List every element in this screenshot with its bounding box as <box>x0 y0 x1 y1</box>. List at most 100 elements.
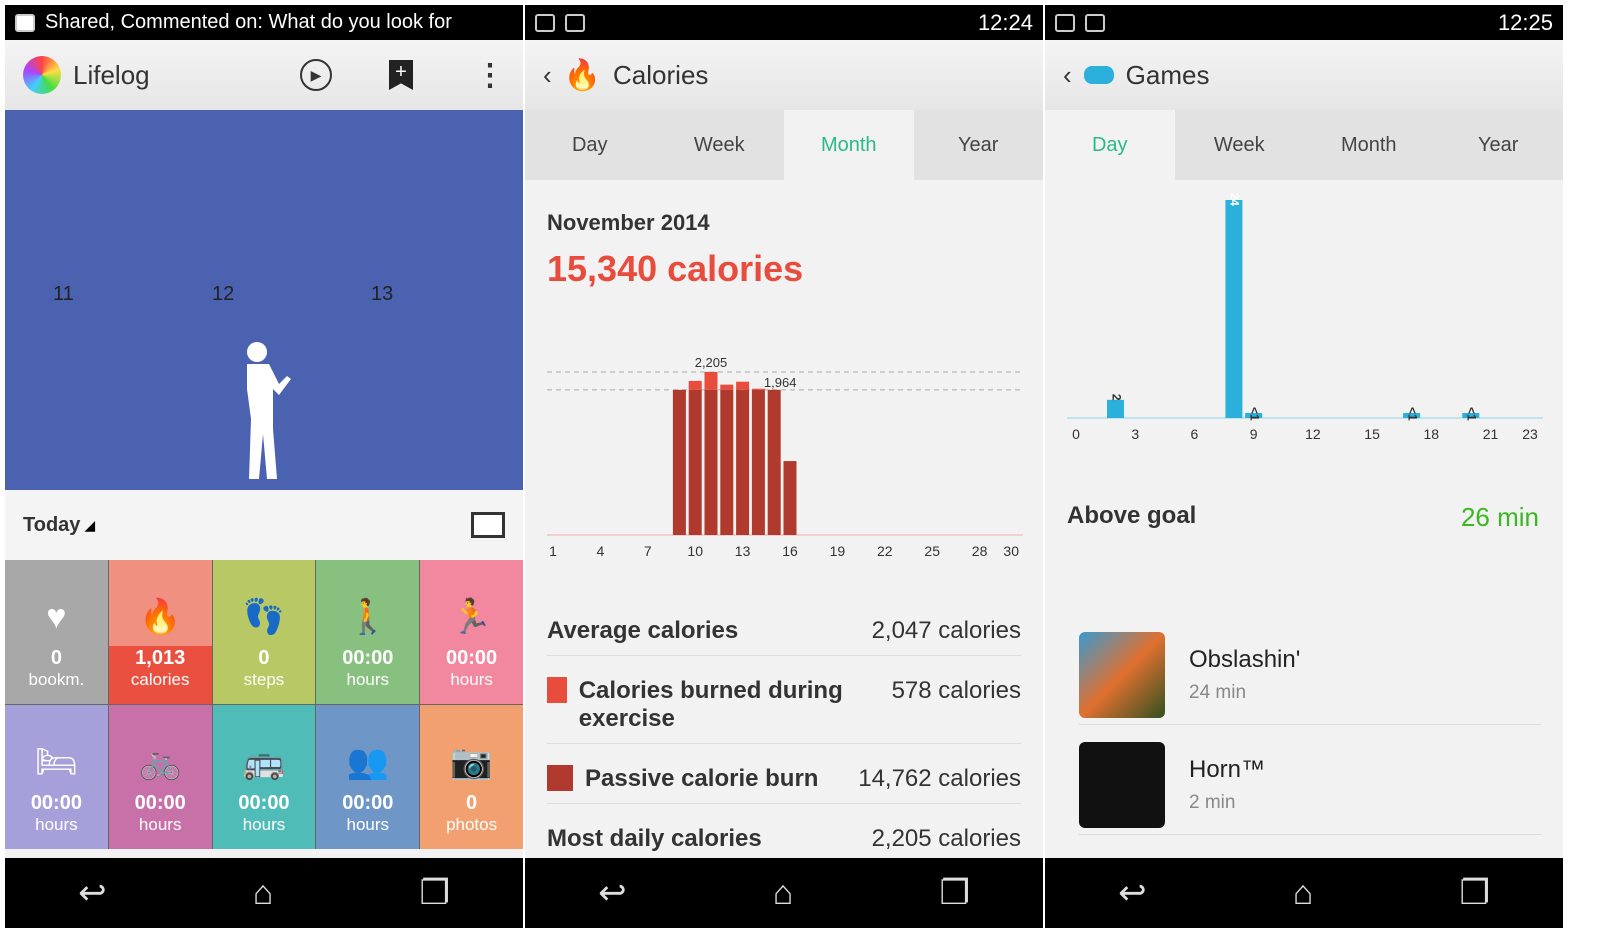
x-tick-label: 23 <box>1522 426 1538 442</box>
tab-month[interactable]: Month <box>1304 110 1434 180</box>
stat-label: Average calories <box>547 617 739 644</box>
tab-week[interactable]: Week <box>655 110 785 180</box>
x-tick-label: 18 <box>1424 426 1440 442</box>
tile-value: 0 <box>50 647 62 669</box>
home-icon[interactable]: ⌂ <box>773 874 794 913</box>
tile-bed[interactable]: 🛏 00:00 hours <box>5 705 108 849</box>
tab-week[interactable]: Week <box>1175 110 1305 180</box>
x-tick-label: 13 <box>735 543 751 559</box>
tile-people[interactable]: 👥 00:00 hours <box>316 705 420 849</box>
recents-icon[interactable]: ❐ <box>1459 873 1489 913</box>
add-bookmark-icon[interactable]: + <box>389 60 413 90</box>
tab-year[interactable]: Year <box>914 110 1044 180</box>
timeline-view[interactable]: 11 12 13 <box>5 110 523 490</box>
x-tick-label: 30 <box>1003 543 1019 559</box>
bicycle-icon: 🚲 <box>139 743 182 781</box>
tile-unit: calories <box>130 670 190 689</box>
x-tick-label: 6 <box>1191 426 1199 442</box>
bar-day-12 <box>720 384 734 390</box>
tile-footsteps[interactable]: 👣 0 steps <box>212 560 316 704</box>
play-icon[interactable]: ▶ <box>300 59 332 91</box>
stat-row: Calories burned during exercise 578 calor… <box>547 677 1021 744</box>
tile-unit: hours <box>346 815 390 834</box>
tile-value: 00:00 <box>30 792 82 814</box>
image-icon <box>565 13 585 32</box>
legend-swatch <box>547 765 573 791</box>
app-name: Horn™ <box>1189 755 1266 783</box>
tile-walking[interactable]: 🚶 00:00 hours <box>316 560 420 704</box>
bar-day-11 <box>704 389 718 535</box>
back-icon[interactable]: ↩ <box>598 873 627 913</box>
stat-label: Calories burned during exercise <box>578 677 843 732</box>
tile-running[interactable]: 🏃 00:00 hours <box>420 560 523 704</box>
bookmark-heart-icon: ♥ <box>46 598 67 636</box>
tile-flame[interactable]: 🔥 1,013 calories <box>108 560 212 704</box>
status-bar: 12:25 <box>1045 5 1563 40</box>
app-time: 2 min <box>1189 791 1236 813</box>
back-icon[interactable]: ↩ <box>1118 873 1147 913</box>
home-icon[interactable]: ⌂ <box>253 874 274 913</box>
tile-bookmark-heart[interactable]: ♥ 0 bookm. <box>5 560 108 704</box>
bus-icon: 🚌 <box>242 743 286 781</box>
app-title: Lifelog <box>73 59 150 90</box>
tile-value: 00:00 <box>342 792 394 814</box>
summary-value: 26 min <box>1460 502 1539 532</box>
data-label: 1,964 <box>764 375 797 390</box>
back-chevron-icon[interactable]: ‹ <box>1063 60 1072 91</box>
back-chevron-icon[interactable]: ‹ <box>543 60 552 91</box>
timeline-label: 12 <box>212 283 235 305</box>
footsteps-icon: 👣 <box>242 598 286 636</box>
data-label: 2 <box>1109 394 1123 401</box>
x-tick-label: 10 <box>687 543 703 559</box>
notification-text: Shared, Commented on: What do you look f… <box>45 11 452 33</box>
tile-camera[interactable]: 📷 0 photos <box>420 705 523 849</box>
legend-swatch <box>547 677 567 703</box>
bar-day-9 <box>672 389 686 535</box>
stat-value: 2,047 calories <box>871 617 1021 644</box>
period-bar: Today ◢ <box>5 490 523 560</box>
back-icon[interactable]: ↩ <box>78 873 107 913</box>
data-label: <1 <box>1465 407 1479 421</box>
tile-value: 00:00 <box>134 792 186 814</box>
recents-icon[interactable]: ❐ <box>419 873 449 913</box>
tab-month[interactable]: Month <box>784 110 914 180</box>
tile-value: 00:00 <box>446 647 498 669</box>
screen-title: Calories <box>613 59 709 90</box>
games-chart: 2 24 <1 <1 <1 0 3 6 9 12 15 18 21 23 <box>1067 193 1543 442</box>
data-label: <1 <box>1405 407 1419 421</box>
period-tabs: Day Week Month Year <box>1045 110 1563 180</box>
home-icon[interactable]: ⌂ <box>1293 874 1314 913</box>
app-list-item[interactable]: Obslashin' 24 min <box>1079 625 1541 725</box>
clock: 12:25 <box>1497 9 1553 35</box>
x-tick-label: 7 <box>644 543 652 559</box>
navigation-bar: ↩ ⌂ ❐ <box>5 858 523 928</box>
bar-day-15 <box>767 389 781 535</box>
app-list-item[interactable]: Horn™ 2 min <box>1079 735 1541 835</box>
tile-unit: hours <box>346 670 390 689</box>
tile-bus[interactable]: 🚌 00:00 hours <box>212 705 316 849</box>
period-selector[interactable]: Today <box>23 514 80 537</box>
calories-chart: 2,205 1,964 1 4 7 10 13 16 19 22 25 28 30 <box>547 355 1023 559</box>
stat-value: 578 calories <box>891 677 1021 704</box>
tab-day[interactable]: Day <box>525 110 655 180</box>
running-icon: 🏃 <box>450 598 493 636</box>
image-icon <box>1055 13 1075 32</box>
x-tick-label: 1 <box>549 543 557 559</box>
clock: 12:24 <box>977 9 1033 35</box>
tile-bicycle[interactable]: 🚲 00:00 hours <box>108 705 212 849</box>
games-screen: 12:25 ‹ Games Day Week Month Year 2 24 <1 <1 <1… <box>1045 5 1563 928</box>
status-bar: Shared, Commented on: What do you look f… <box>5 5 523 40</box>
overflow-menu-icon[interactable]: ⋮ <box>475 58 505 93</box>
tab-day[interactable]: Day <box>1045 110 1175 180</box>
bed-icon: 🛏 <box>34 743 78 781</box>
x-tick-label: 22 <box>877 543 893 559</box>
app-icon <box>1079 631 1165 718</box>
app-name: Obslashin' <box>1189 645 1301 673</box>
tile-value: 1,013 <box>135 647 186 669</box>
flame-icon: 🔥 <box>563 58 602 92</box>
bar-day-10 <box>688 380 702 390</box>
map-icon[interactable] <box>471 512 505 538</box>
google-plus-icon <box>15 13 35 32</box>
tab-year[interactable]: Year <box>1434 110 1564 180</box>
recents-icon[interactable]: ❐ <box>939 873 969 913</box>
